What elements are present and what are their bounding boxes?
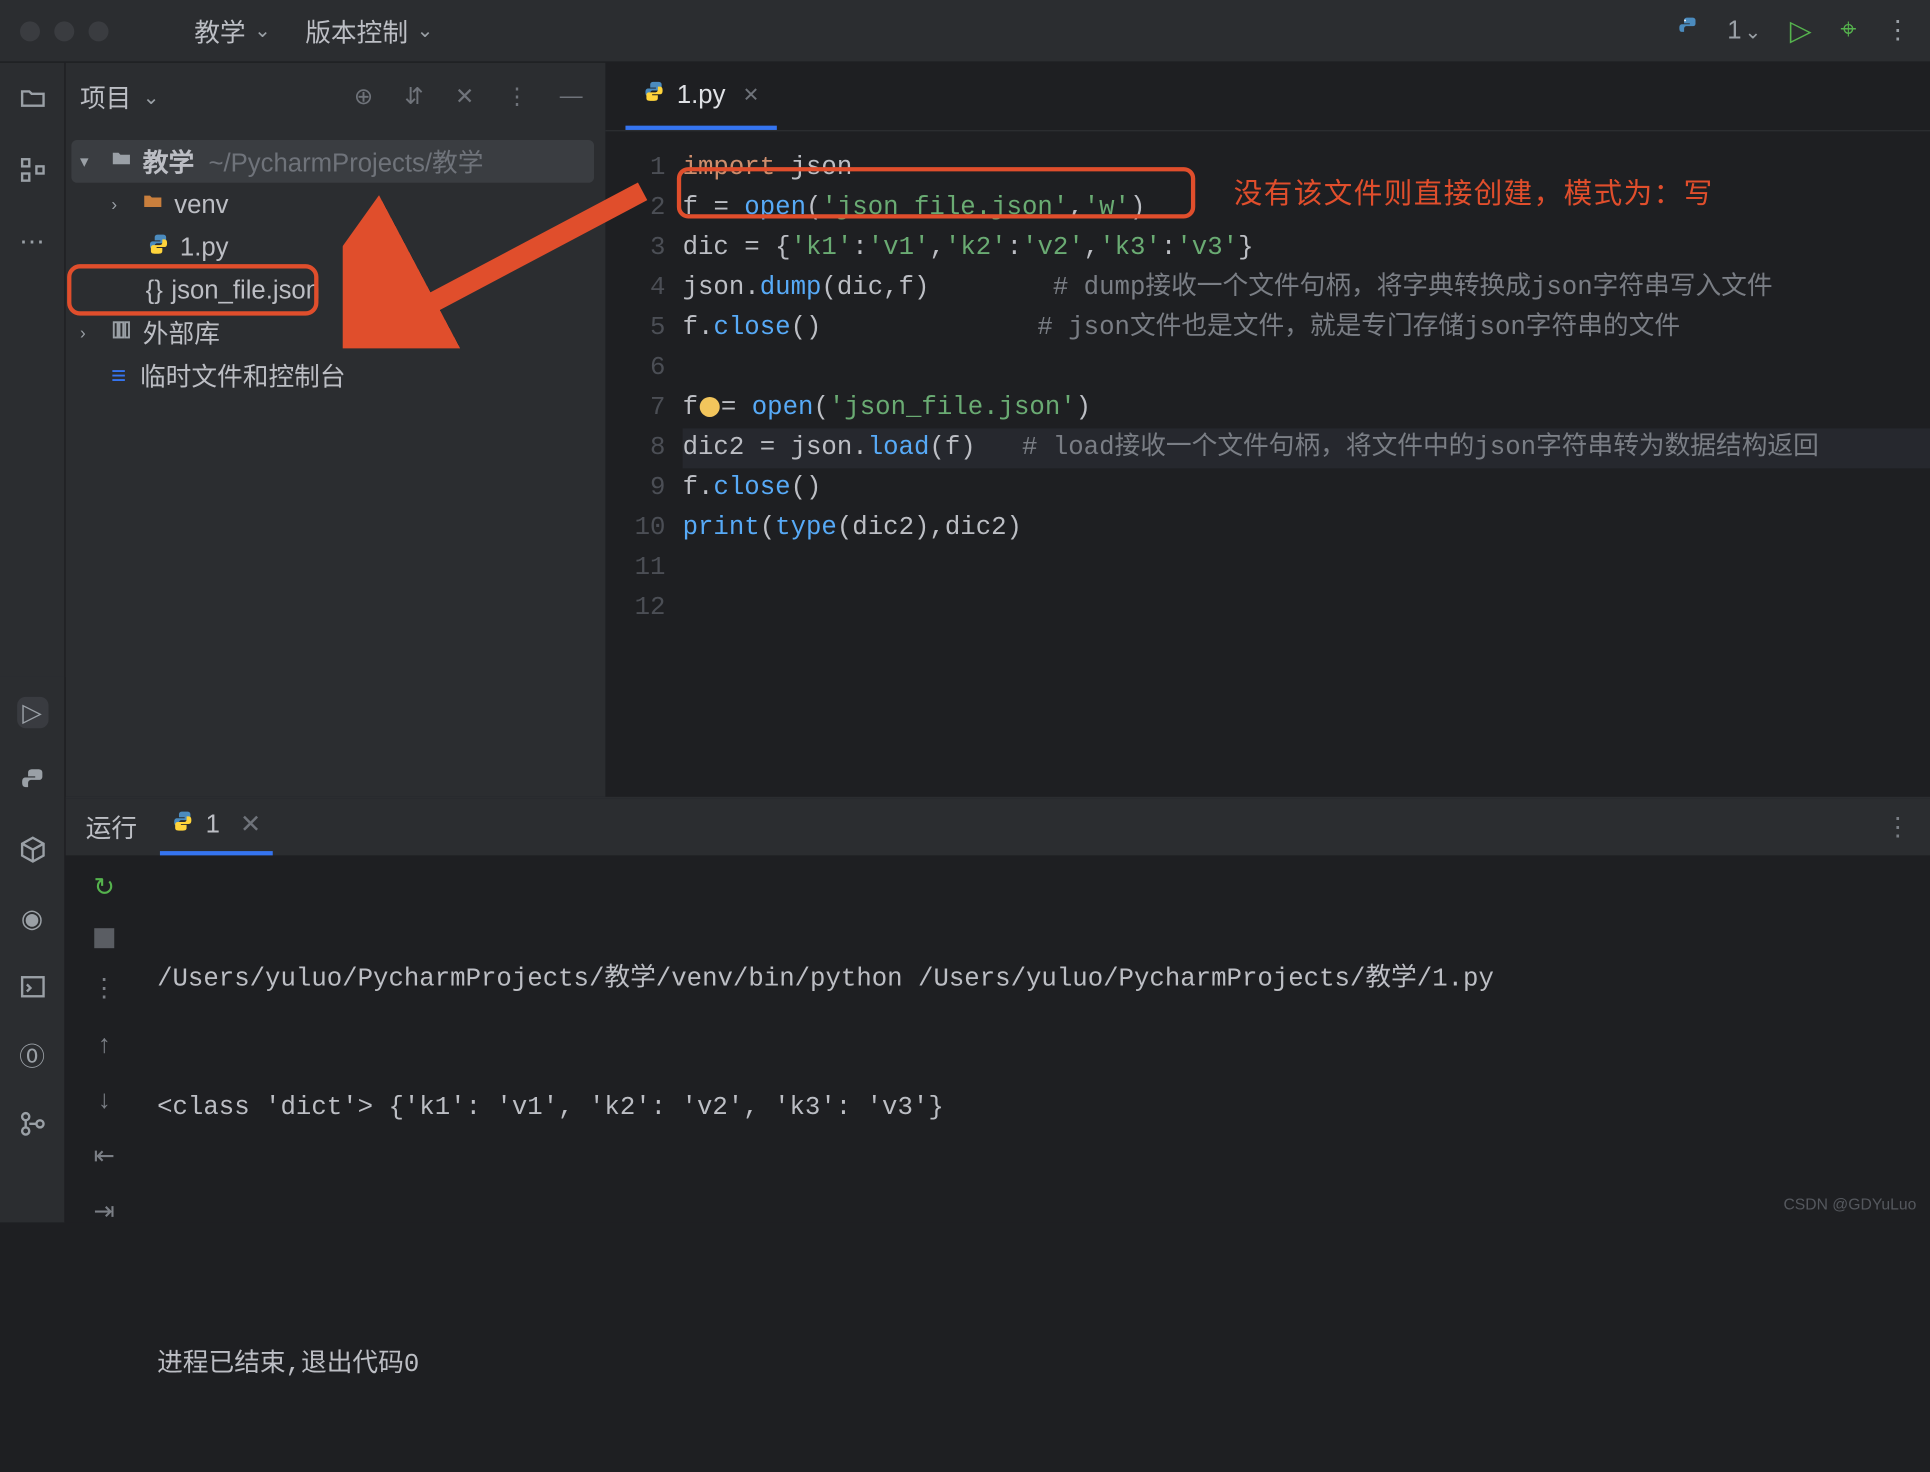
- left-tool-rail-bottom: ▷ ◉ ⓪: [0, 677, 66, 1222]
- json-file-icon: {}: [146, 275, 163, 305]
- folder-icon: [109, 146, 135, 176]
- run-panel: 运行 1 ✕ ⋮ ↻ ⋮ ↑ ↓ ⇤ ⇥ /Users/yuluo/Pychar…: [66, 797, 1930, 1223]
- tree-file-json-label: json_file.json: [171, 275, 320, 305]
- more-icon[interactable]: ⋮: [91, 974, 117, 1004]
- close-run-tab-icon[interactable]: ✕: [240, 810, 262, 840]
- settings-icon[interactable]: ⋮: [506, 83, 529, 112]
- tree-file-1py-label: 1.py: [180, 232, 229, 262]
- hide-icon[interactable]: —: [560, 84, 583, 110]
- tree-scratches-label: 临时文件和控制台: [140, 357, 346, 394]
- intention-bulb-icon[interactable]: [699, 397, 719, 417]
- packages-icon[interactable]: [16, 834, 47, 865]
- max-dot[interactable]: [89, 21, 109, 41]
- min-dot[interactable]: [54, 21, 74, 41]
- library-icon: [109, 318, 135, 348]
- services-icon[interactable]: ◉: [16, 902, 47, 933]
- run-tab-label: 1: [206, 810, 220, 840]
- collapse-icon[interactable]: ✕: [455, 83, 474, 112]
- tree-external-libs-label: 外部库: [143, 314, 220, 351]
- python-icon: [1676, 16, 1699, 46]
- git-icon[interactable]: [16, 1108, 47, 1139]
- code-area[interactable]: 123 456 789 101112 import json f = open(…: [605, 131, 1930, 799]
- more-icon[interactable]: ⋮: [1885, 16, 1911, 46]
- tree-venv-label: venv: [174, 189, 228, 219]
- run-more-icon[interactable]: ⋮: [1885, 812, 1911, 842]
- python-file-icon: [171, 810, 194, 840]
- terminal-icon[interactable]: [16, 971, 47, 1002]
- editor: 1.py ✕ 123 456 789 101112 import json f …: [605, 63, 1930, 800]
- annotation-highlight-line2: [677, 167, 1195, 218]
- output-line: 进程已结束,退出代码0: [157, 1344, 1873, 1387]
- expand-icon[interactable]: ⇵: [404, 83, 423, 112]
- scroll-up-icon[interactable]: ↑: [98, 1030, 111, 1060]
- run-tab[interactable]: 1 ✕: [160, 798, 273, 855]
- folder-icon[interactable]: [16, 83, 47, 114]
- run-toolbar: ↻ ⋮ ↑ ↓ ⇤ ⇥: [66, 855, 143, 1472]
- project-panel: 项目 ⊕ ⇵ ✕ ⋮ — ▾ 教学 ~/PycharmProjects/教学 ›: [66, 63, 606, 800]
- editor-tab-1py[interactable]: 1.py ✕: [625, 63, 776, 130]
- soft-wrap-icon[interactable]: ⇤: [93, 1141, 115, 1171]
- window-controls: [20, 21, 109, 41]
- debug-icon[interactable]: ⌖: [1840, 14, 1856, 47]
- scroll-to-end-icon[interactable]: ⇥: [93, 1197, 115, 1227]
- project-view-selector[interactable]: 项目: [80, 79, 160, 116]
- close-tab-icon[interactable]: ✕: [743, 82, 760, 106]
- scroll-down-icon[interactable]: ↓: [98, 1085, 111, 1115]
- annotation-text: 没有该文件则直接创建，模式为：写: [1234, 174, 1714, 214]
- tree-root-label: 教学: [143, 143, 194, 180]
- titlebar: 教学 版本控制 1 ▷ ⌖ ⋮: [0, 0, 1930, 63]
- run-panel-title: 运行: [86, 808, 137, 845]
- tree-file-json[interactable]: {} json_file.json: [71, 268, 314, 311]
- python-file-icon: [643, 79, 666, 109]
- editor-tab-label: 1.py: [677, 79, 726, 109]
- structure-icon[interactable]: [16, 154, 47, 185]
- output-line: <class 'dict'> {'k1': 'v1', 'k2': 'v2', …: [157, 1087, 1873, 1130]
- watermark: CSDN @GDYuLuo: [1783, 1197, 1916, 1214]
- menu-project[interactable]: 教学: [194, 12, 271, 49]
- locate-icon[interactable]: ⊕: [354, 83, 373, 112]
- output-line: /Users/yuluo/PycharmProjects/教学/venv/bin…: [157, 958, 1873, 1001]
- run-config-selector[interactable]: 1: [1727, 16, 1761, 46]
- run-output[interactable]: /Users/yuluo/PycharmProjects/教学/venv/bin…: [143, 855, 1930, 1472]
- more-vert-icon[interactable]: ⋯: [16, 226, 47, 257]
- tree-scratches[interactable]: ≡ 临时文件和控制台: [71, 354, 594, 397]
- python-file-icon: [146, 232, 172, 262]
- annotation-arrow: [343, 177, 671, 348]
- menu-vcs[interactable]: 版本控制: [305, 12, 433, 49]
- tree-root-path: ~/PycharmProjects/教学: [208, 143, 483, 180]
- run-tool-icon[interactable]: ▷: [16, 697, 47, 728]
- stop-icon[interactable]: [94, 928, 114, 948]
- code[interactable]: import json f = open('json_file.json','w…: [683, 131, 1930, 799]
- run-icon[interactable]: ▷: [1790, 13, 1812, 49]
- close-dot[interactable]: [20, 21, 40, 41]
- python-console-icon[interactable]: [16, 765, 47, 796]
- editor-tabs: 1.py ✕: [605, 63, 1930, 132]
- folder-icon: [140, 189, 166, 219]
- problems-icon[interactable]: ⓪: [16, 1040, 47, 1071]
- scratch-icon: ≡: [106, 361, 132, 391]
- rerun-icon[interactable]: ↻: [93, 873, 115, 903]
